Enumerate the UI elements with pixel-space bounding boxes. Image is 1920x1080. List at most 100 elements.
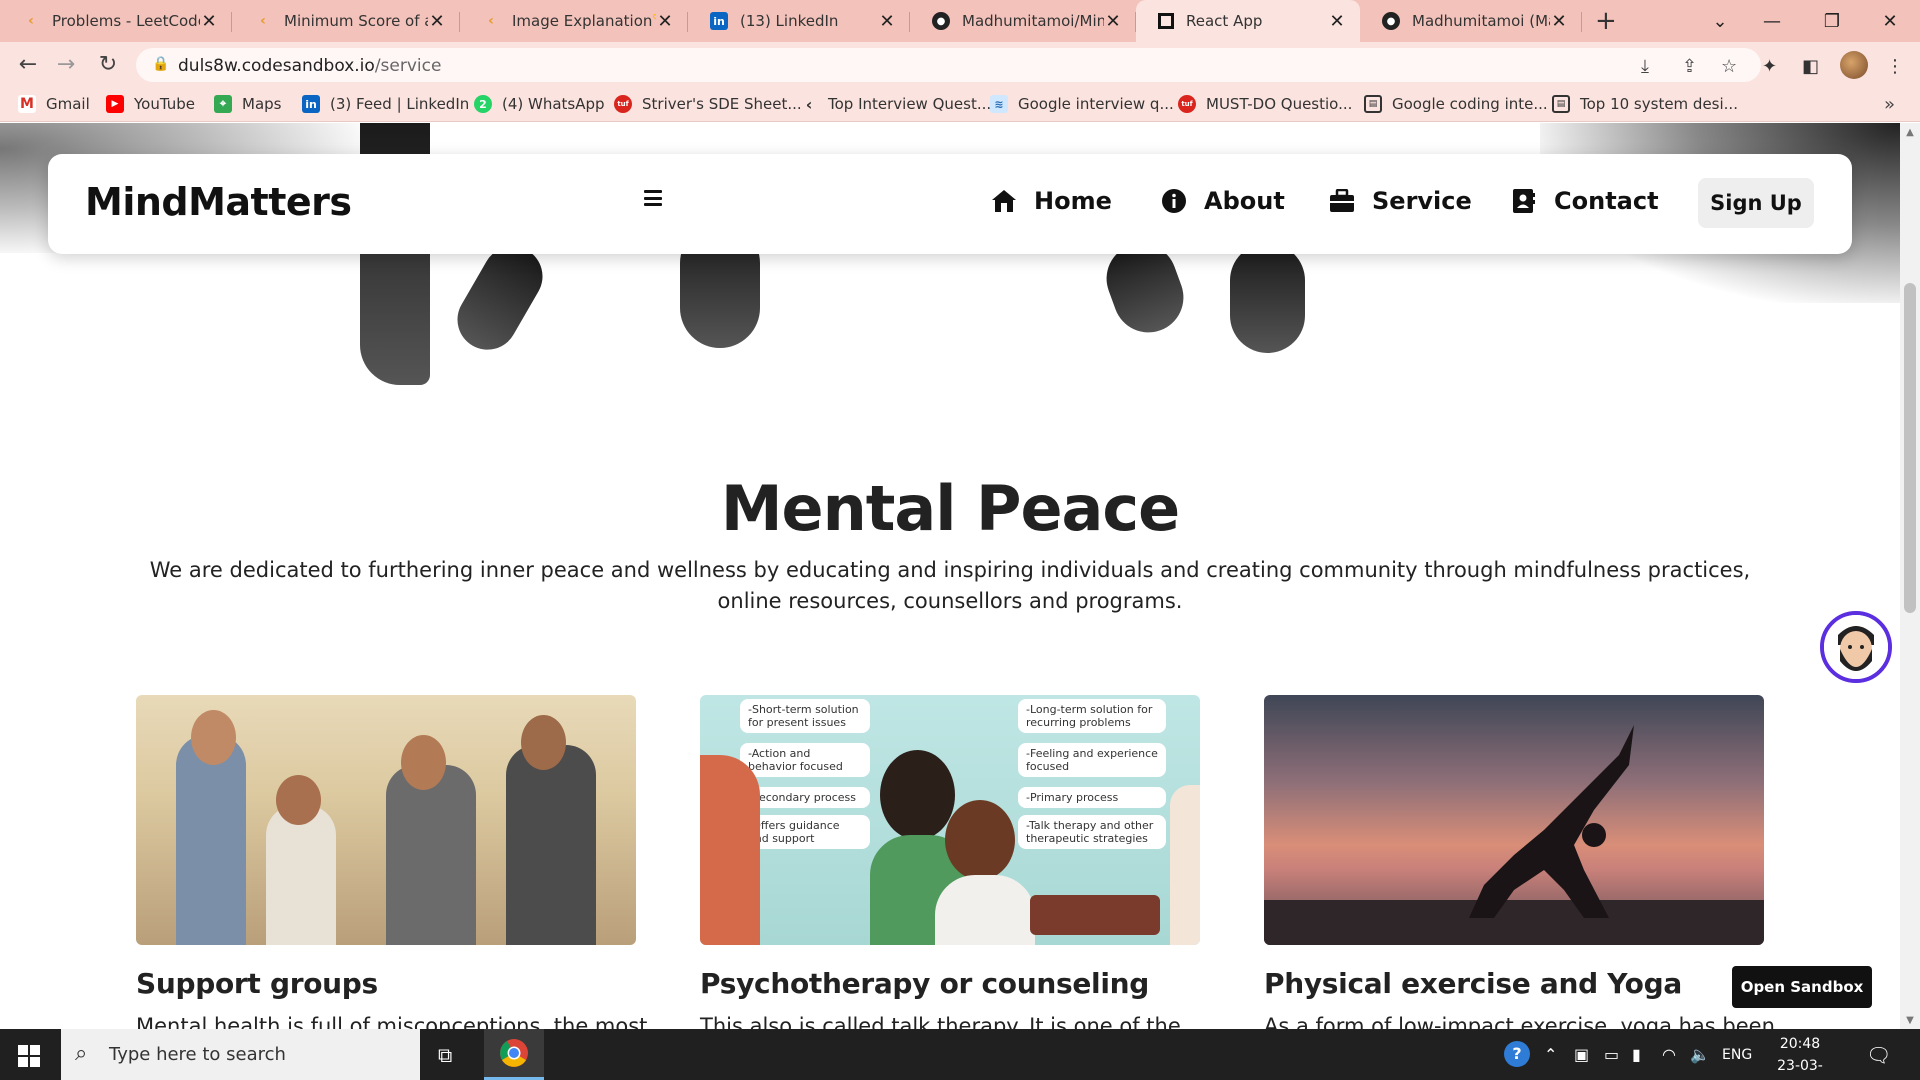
hamburger-menu-icon[interactable] [644, 190, 662, 206]
meet-icon[interactable]: ▣ [1574, 1045, 1589, 1064]
menu-dots-icon[interactable]: ⋮ [1886, 56, 1904, 77]
close-icon[interactable]: ✕ [1550, 11, 1568, 32]
tab-strip: ‹ Problems - LeetCode ✕ ‹ Minimum Score … [0, 0, 1920, 42]
therapy-bubble: -Long-term solution for recurring proble… [1018, 699, 1166, 733]
person-head [276, 775, 321, 825]
chat-bot-avatar[interactable] [1820, 611, 1892, 683]
bookmark-label: Striver's SDE Sheet... [642, 95, 802, 113]
bookmark-youtube[interactable]: ▶ YouTube [106, 95, 195, 113]
wifi-icon[interactable]: ◠ [1662, 1045, 1676, 1064]
notification-icon[interactable]: 🗨 [1866, 1043, 1891, 1067]
tab-leetcode-problems[interactable]: ‹ Problems - LeetCode ✕ [0, 0, 232, 42]
person-head [191, 710, 236, 765]
tab-search-chevron-icon[interactable]: ⌄ [1690, 0, 1750, 42]
service-card-support-groups[interactable]: Support groups Mental health is full of … [136, 695, 647, 1029]
bookmark-maps[interactable]: ⌖ Maps [214, 95, 281, 113]
bookmark-gmail[interactable]: M Gmail [18, 95, 90, 113]
nav-home-label: Home [1034, 187, 1112, 215]
reload-button[interactable]: ↻ [94, 52, 122, 80]
lock-icon[interactable]: 🔒 [152, 56, 169, 72]
tab-github-profile[interactable]: ● Madhumitamoi (Madh ✕ [1360, 0, 1582, 42]
bookmark-system-design[interactable]: ▤ Top 10 system desi... [1552, 95, 1738, 113]
page-scrollbar[interactable]: ▲ ▼ [1900, 123, 1920, 1029]
bookmark-label: Top 10 system desi... [1580, 95, 1738, 113]
card-text: As a form of low-impact exercise, yoga h… [1264, 1014, 1775, 1029]
new-tab-button[interactable]: + [1595, 6, 1617, 36]
tab-image-explanation[interactable]: ‹ Image Explanation🏆 ✕ [460, 0, 688, 42]
bookmark-label: Top Interview Quest... [828, 95, 992, 113]
close-icon[interactable]: ✕ [428, 11, 446, 32]
bookmark-label: Google interview q... [1018, 95, 1174, 113]
brand-logo[interactable]: MindMatters [85, 180, 352, 224]
tab-linkedin[interactable]: in (13) LinkedIn ✕ [688, 0, 910, 42]
share-icon[interactable]: ⇪ [1682, 56, 1697, 77]
tab-title: Madhumitamoi (Madh [1412, 12, 1550, 30]
task-view-icon[interactable]: ⧉ [438, 1043, 452, 1067]
help-icon[interactable]: ? [1504, 1041, 1530, 1067]
open-sandbox-button[interactable]: Open Sandbox [1732, 966, 1872, 1008]
taskbar-search-input[interactable]: ⌕ Type here to search [61, 1029, 420, 1080]
card-title: Physical exercise and Yoga [1264, 967, 1682, 1000]
url-text: duls8w.codesandbox.io/service [178, 56, 441, 76]
tab-minimum-score[interactable]: ‹ Minimum Score of a P ✕ [232, 0, 460, 42]
bookmarks-overflow-icon[interactable]: » [1884, 94, 1895, 115]
bearded-face-icon [1824, 615, 1888, 679]
bookmark-google-interview[interactable]: ≋ Google interview q... [990, 95, 1174, 113]
yoga-silhouette [1469, 725, 1634, 918]
bookmark-google-coding[interactable]: ▤ Google coding inte... [1364, 95, 1548, 113]
sign-up-button[interactable]: Sign Up [1698, 178, 1814, 228]
scroll-up-icon[interactable]: ▲ [1900, 127, 1920, 138]
windows-start-icon[interactable] [18, 1045, 40, 1067]
bookmark-star-icon[interactable]: ☆ [1721, 56, 1737, 77]
back-button[interactable]: ← [14, 52, 42, 80]
person-head [880, 750, 955, 840]
install-icon[interactable]: ⤓ [1641, 56, 1649, 77]
info-icon [1160, 187, 1188, 215]
chrome-taskbar-button[interactable] [484, 1029, 544, 1080]
close-window-button[interactable]: ✕ [1860, 0, 1920, 42]
address-bar[interactable]: 🔒 duls8w.codesandbox.io/service ⤓ ⇪ ☆ [136, 48, 1761, 82]
language-indicator[interactable]: ENG [1722, 1047, 1752, 1063]
volume-icon[interactable]: 🔈 [1690, 1045, 1710, 1064]
tab-react-app[interactable]: React App ✕ [1136, 0, 1360, 42]
battery-icon[interactable]: ▮ [1632, 1045, 1641, 1064]
bookmark-whatsapp[interactable]: 2 (4) WhatsApp [474, 95, 605, 113]
display-icon[interactable]: ▭ [1604, 1045, 1619, 1064]
taskbar-clock[interactable]: 20:48 23-03-2023 [1760, 1033, 1840, 1080]
briefcase-icon [1328, 187, 1356, 215]
url-host: duls8w.codesandbox.io [178, 56, 375, 76]
scroll-down-icon[interactable]: ▼ [1900, 1015, 1920, 1026]
nav-about[interactable]: About [1160, 187, 1285, 215]
close-icon[interactable]: ✕ [1328, 11, 1346, 32]
close-icon[interactable]: ✕ [656, 11, 674, 32]
clock-time: 20:48 [1779, 1036, 1821, 1052]
service-card-yoga[interactable]: Physical exercise and Yoga As a form of … [1264, 695, 1775, 1029]
close-icon[interactable]: ✕ [1104, 11, 1122, 32]
forward-button[interactable]: → [52, 52, 80, 80]
bookmark-top-interview[interactable]: ‹ Top Interview Quest... [800, 95, 992, 114]
bookmark-must-do[interactable]: tuf MUST-DO Questio... [1178, 95, 1352, 113]
nav-contact[interactable]: Contact [1510, 187, 1659, 215]
minimize-button[interactable]: — [1742, 0, 1802, 42]
avatar[interactable] [1840, 51, 1868, 79]
service-card-psychotherapy[interactable]: -Short-term solution for present issues … [700, 695, 1200, 1029]
scrollbar-thumb[interactable] [1904, 283, 1916, 613]
nav-service[interactable]: Service [1328, 187, 1472, 215]
leetcode-icon: ‹ [28, 13, 34, 29]
page-viewport: MindMatters Home About Service Contact S… [0, 123, 1900, 1029]
tray-chevron-icon[interactable]: ⌃ [1544, 1045, 1557, 1064]
windows-taskbar: ⌕ Type here to search ⧉ ? ⌃ ▣ ▭ ▮ ◠ 🔈 EN… [0, 1029, 1920, 1080]
close-icon[interactable]: ✕ [200, 11, 218, 32]
leetcode-icon: ‹ [488, 13, 494, 29]
bookmark-linkedin[interactable]: in (3) Feed | LinkedIn [302, 95, 469, 113]
side-panel-icon[interactable]: ◧ [1802, 56, 1819, 77]
extensions-icon[interactable]: ✦ [1762, 56, 1777, 77]
page-icon: ▤ [1364, 95, 1382, 113]
bookmark-striver[interactable]: tuf Striver's SDE Sheet... [614, 95, 802, 113]
linkedin-icon: in [710, 12, 728, 30]
nav-home[interactable]: Home [990, 187, 1112, 215]
tab-github-mind[interactable]: ● Madhumitamoi/Mind ✕ [910, 0, 1136, 42]
therapy-bubble: -Talk therapy and other therapeutic stra… [1018, 815, 1166, 849]
maximize-button[interactable]: ❐ [1802, 0, 1862, 42]
close-icon[interactable]: ✕ [878, 11, 896, 32]
